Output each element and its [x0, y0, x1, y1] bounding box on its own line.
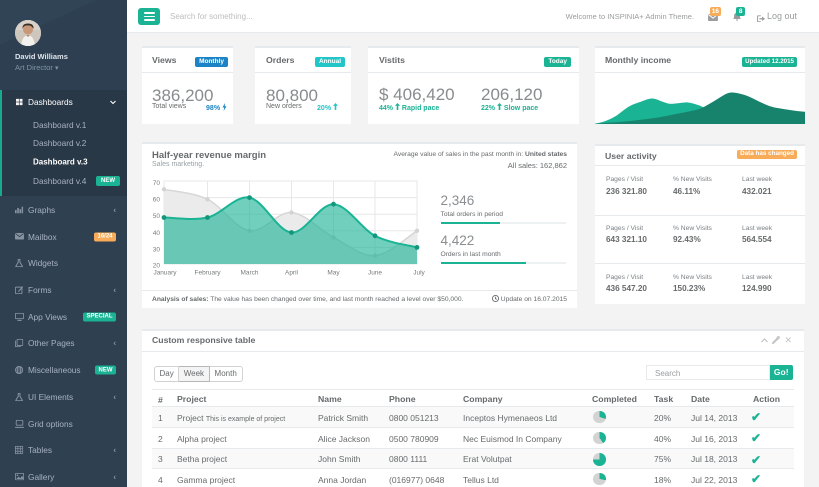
- svg-text:30: 30: [153, 246, 161, 253]
- svg-text:June: June: [368, 270, 382, 277]
- svg-text:May: May: [327, 270, 340, 277]
- svg-text:April: April: [285, 270, 299, 277]
- svg-text:70: 70: [153, 180, 161, 187]
- svg-text:50: 50: [153, 213, 161, 220]
- svg-text:20: 20: [153, 263, 161, 270]
- svg-text:January: January: [153, 270, 177, 277]
- svg-text:February: February: [194, 270, 221, 277]
- svg-text:60: 60: [153, 197, 161, 204]
- svg-text:March: March: [240, 270, 258, 277]
- svg-text:40: 40: [153, 230, 161, 237]
- svg-text:July: July: [413, 270, 425, 277]
